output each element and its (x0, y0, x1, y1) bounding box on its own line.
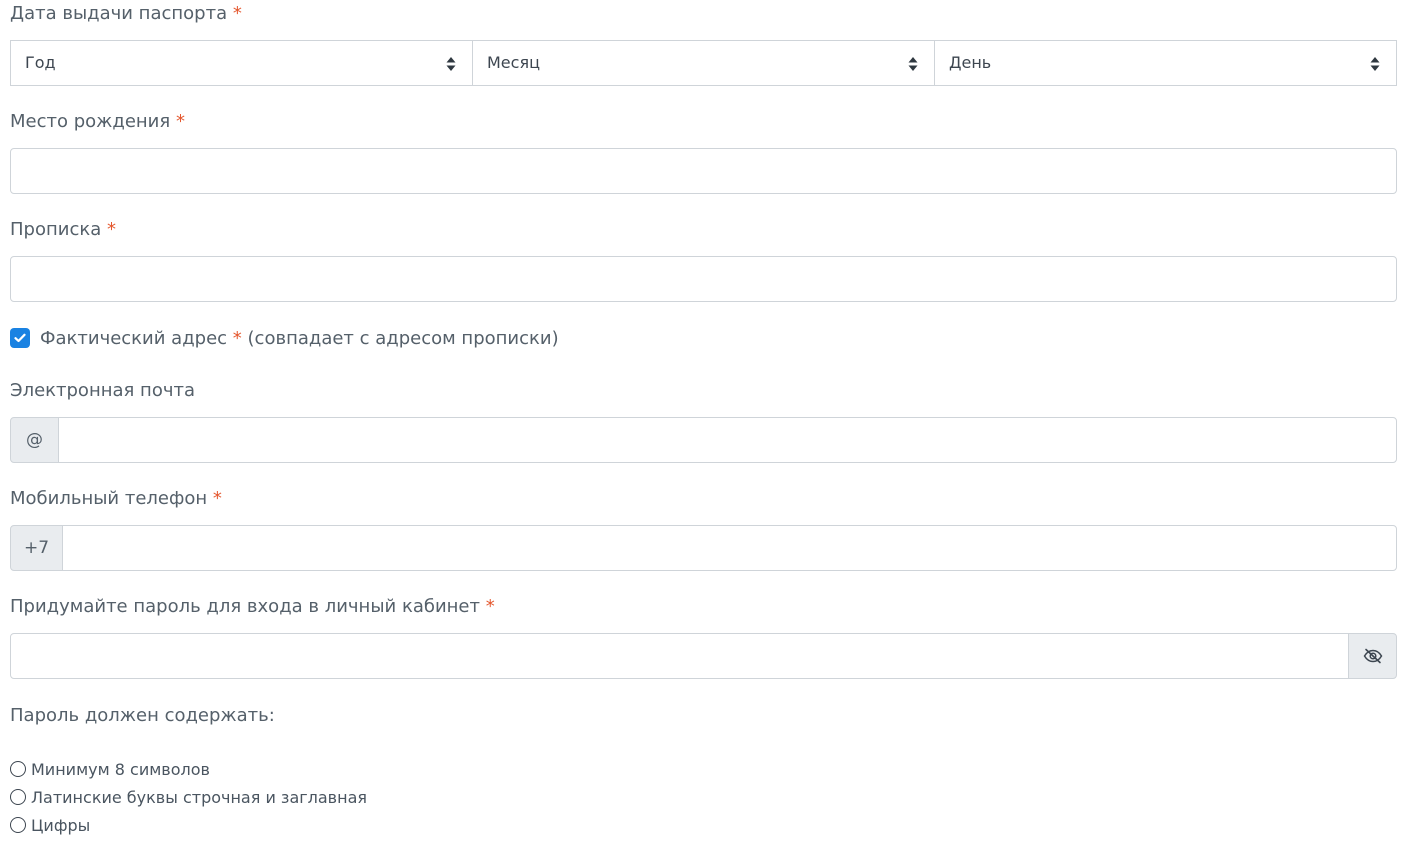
eye-slash-icon (1363, 648, 1382, 664)
rule-status-circle-icon (10, 789, 26, 805)
year-select-value: Год (25, 53, 56, 72)
sort-arrows-icon (1370, 57, 1380, 71)
required-mark: * (106, 219, 116, 240)
password-field[interactable] (10, 633, 1349, 679)
password-visibility-toggle[interactable] (1348, 633, 1397, 679)
sort-arrows-icon (908, 57, 918, 71)
passport-date-label: Дата выдачи паспорта * (10, 3, 242, 24)
registration-label: Прописка * (10, 219, 116, 240)
month-select-value: Месяц (487, 53, 540, 72)
year-select[interactable]: Год (10, 40, 473, 86)
password-label: Придумайте пароль для входа в личный каб… (10, 596, 495, 617)
email-at-addon: @ (10, 417, 59, 463)
birthplace-label: Место рождения * (10, 111, 185, 132)
email-input-group: @ (10, 417, 1397, 463)
phone-input-group: +7 (10, 525, 1397, 571)
password-input[interactable] (11, 634, 1348, 678)
required-mark: * (175, 111, 185, 132)
password-rule-item: Цифры (10, 811, 367, 839)
required-mark: * (485, 596, 495, 617)
password-rule-item: Минимум 8 символов (10, 755, 367, 783)
birthplace-input[interactable] (11, 149, 1396, 193)
email-label: Электронная почта (10, 380, 195, 401)
phone-field[interactable] (62, 525, 1397, 571)
registration-input[interactable] (11, 257, 1396, 301)
checkmark-icon (14, 333, 26, 343)
required-mark: * (232, 327, 242, 349)
phone-input[interactable] (63, 526, 1396, 570)
actual-address-row: Фактический адрес * (совпадает с адресом… (10, 327, 559, 349)
day-select-value: День (949, 53, 992, 72)
rule-status-circle-icon (10, 817, 26, 833)
password-rules-title: Пароль должен содержать: (10, 705, 275, 726)
rule-status-circle-icon (10, 761, 26, 777)
password-input-group (10, 633, 1397, 679)
month-select[interactable]: Месяц (472, 40, 935, 86)
birthplace-field[interactable] (10, 148, 1397, 194)
required-mark: * (232, 3, 242, 24)
registration-field[interactable] (10, 256, 1397, 302)
required-mark: * (212, 488, 222, 509)
password-rules-list: Минимум 8 символов Латинские буквы строч… (10, 755, 367, 839)
sort-arrows-icon (446, 57, 456, 71)
phone-label: Мобильный телефон * (10, 488, 222, 509)
actual-address-checkbox[interactable] (10, 328, 30, 348)
passport-date-selects: Год Месяц День (10, 40, 1397, 86)
day-select[interactable]: День (934, 40, 1397, 86)
email-field[interactable] (58, 417, 1397, 463)
actual-address-label: Фактический адрес * (совпадает с адресом… (40, 327, 559, 349)
password-rule-item: Латинские буквы строчная и заглавная (10, 783, 367, 811)
phone-prefix-addon: +7 (10, 525, 63, 571)
email-input[interactable] (59, 418, 1396, 462)
